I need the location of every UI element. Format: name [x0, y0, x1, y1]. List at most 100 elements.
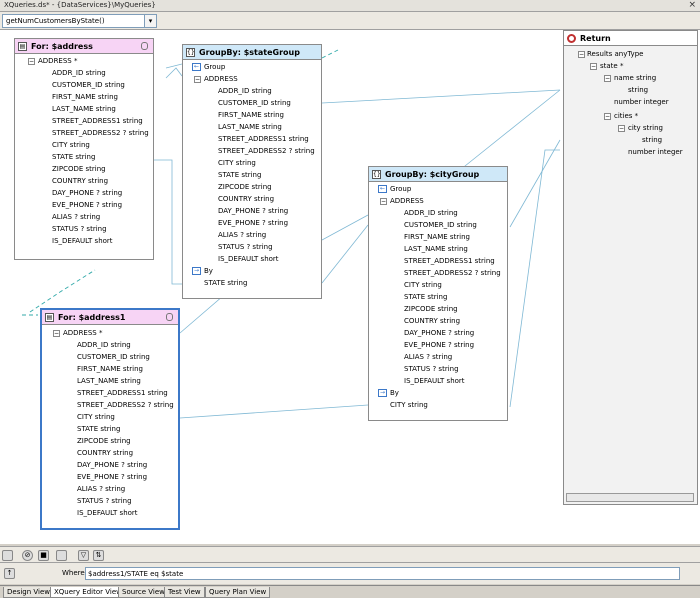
- field-item: STATE string: [404, 293, 448, 301]
- function-select[interactable]: getNumCustomersByState() ▾: [2, 14, 157, 28]
- tab-design-view[interactable]: Design View: [3, 587, 55, 598]
- field-item: ALIAS ? string: [52, 213, 101, 221]
- tab-xquery-editor-view[interactable]: XQuery Editor View: [50, 587, 126, 598]
- field-item: CUSTOMER_ID string: [218, 99, 291, 107]
- field-item: COUNTRY string: [218, 195, 275, 203]
- return-tree-item: cities *: [614, 112, 639, 120]
- field-item: ALIAS ? string: [404, 353, 453, 361]
- collapse-icon[interactable]: −: [53, 330, 60, 337]
- tab-test-view[interactable]: Test View: [164, 587, 205, 598]
- collapse-icon[interactable]: −: [618, 125, 625, 132]
- for-address1-title: For: $address1: [58, 313, 126, 322]
- field-item: DAY_PHONE ? string: [218, 207, 289, 215]
- field-item: STREET_ADDRESS1 string: [52, 117, 143, 125]
- return-tree-item: number integer: [614, 98, 669, 106]
- pin-icon[interactable]: [141, 42, 148, 50]
- collapse-icon[interactable]: −: [590, 63, 597, 70]
- for-address-root: ADDRESS *: [38, 57, 78, 65]
- field-item: ZIPCODE string: [218, 183, 272, 191]
- collapse-icon[interactable]: −: [194, 76, 201, 83]
- field-item: ADDR_ID string: [52, 69, 106, 77]
- filter-icon[interactable]: ▽: [78, 550, 89, 561]
- table-icon: ▤: [18, 42, 27, 51]
- for-address-title: For: $address: [31, 42, 93, 51]
- field-item: STATE string: [218, 171, 262, 179]
- field-item: IS_DEFAULT short: [52, 237, 113, 245]
- sort-icon[interactable]: ⇅: [93, 550, 104, 561]
- close-icon[interactable]: ×: [688, 0, 696, 10]
- field-item: CUSTOMER_ID string: [77, 353, 150, 361]
- field-item: STATE string: [52, 153, 96, 161]
- where-clause-bar: ↑ Where $address1/STATE eq $state: [0, 562, 700, 584]
- field-item: LAST_NAME string: [77, 377, 141, 385]
- field-item: ADDR_ID string: [404, 209, 458, 217]
- field-item: STREET_ADDRESS1 string: [218, 135, 309, 143]
- for-address1-root: ADDRESS *: [63, 329, 103, 337]
- group-city-root: ADDRESS: [390, 197, 424, 205]
- by-field: CITY string: [390, 401, 428, 409]
- return-tree-item: city string: [628, 124, 663, 132]
- collapse-icon[interactable]: −: [604, 75, 611, 82]
- collapse-icon[interactable]: −: [604, 113, 611, 120]
- by-icon: →: [378, 389, 387, 397]
- pin-icon[interactable]: [166, 313, 173, 321]
- collapse-icon[interactable]: −: [28, 58, 35, 65]
- collapse-icon[interactable]: −: [380, 198, 387, 205]
- field-item: COUNTRY string: [404, 317, 461, 325]
- field-item: STREET_ADDRESS2 ? string: [218, 147, 315, 155]
- collapse-icon[interactable]: −: [578, 51, 585, 58]
- by-field: STATE string: [204, 279, 248, 287]
- group-icon: ←: [378, 185, 387, 193]
- group-label: Group: [390, 185, 412, 193]
- group-icon: ←: [192, 63, 201, 71]
- field-item: CITY string: [404, 281, 442, 289]
- for-address-header: ▤ For: $address: [15, 39, 153, 54]
- return-tree-item: Results anyType: [587, 50, 644, 58]
- return-tree-item: string: [628, 86, 649, 94]
- field-item: COUNTRY string: [52, 177, 109, 185]
- return-panel[interactable]: Return − Results anyType − state * − nam…: [563, 30, 698, 505]
- field-item: ADDR_ID string: [77, 341, 131, 349]
- field-item: FIRST_NAME string: [52, 93, 118, 101]
- for-address1-header: ▤ For: $address1: [42, 310, 178, 325]
- for-address-node[interactable]: ▤ For: $address − ADDRESS * ADDR_ID stri…: [14, 38, 154, 260]
- field-item: DAY_PHONE ? string: [52, 189, 123, 197]
- cancel-icon[interactable]: ⊘: [22, 550, 33, 561]
- group-icon: {}: [372, 170, 381, 179]
- by-label: By: [204, 267, 213, 275]
- field-item: LAST_NAME string: [52, 105, 116, 113]
- by-icon: →: [192, 267, 201, 275]
- field-item: DAY_PHONE ? string: [77, 461, 148, 469]
- field-item: CITY string: [77, 413, 115, 421]
- function-select-value: getNumCustomersByState(): [6, 17, 105, 25]
- function-toolbar: getNumCustomersByState() ▾: [0, 12, 700, 30]
- group-city-node[interactable]: {} GroupBy: $cityGroup ← Group − ADDRESS…: [368, 166, 508, 421]
- options-icon[interactable]: [56, 550, 67, 561]
- for-address1-node[interactable]: ▤ For: $address1 − ADDRESS * ADDR_ID str…: [40, 308, 180, 530]
- field-item: ZIPCODE string: [52, 165, 106, 173]
- chevron-down-icon[interactable]: ▾: [144, 15, 156, 27]
- up-arrow-icon[interactable]: ↑: [4, 568, 15, 579]
- field-item: IS_DEFAULT short: [218, 255, 279, 263]
- group-state-node[interactable]: {} GroupBy: $stateGroup ← Group − ADDRES…: [182, 44, 322, 299]
- where-input[interactable]: $address1/STATE eq $state: [85, 567, 680, 580]
- group-state-root: ADDRESS: [204, 75, 238, 83]
- field-item: STATUS ? string: [77, 497, 132, 505]
- field-item: STREET_ADDRESS2 ? string: [52, 129, 149, 137]
- group-city-title: GroupBy: $cityGroup: [385, 170, 480, 179]
- field-item: STREET_ADDRESS2 ? string: [404, 269, 501, 277]
- field-item: EVE_PHONE ? string: [77, 473, 148, 481]
- tab-source-view[interactable]: Source View: [118, 587, 169, 598]
- field-item: STATUS ? string: [218, 243, 273, 251]
- field-item: LAST_NAME string: [218, 123, 282, 131]
- group-icon: {}: [186, 48, 195, 57]
- tab-query-plan-view[interactable]: Query Plan View: [205, 587, 271, 598]
- return-icon: [567, 34, 576, 43]
- stop-icon[interactable]: ■: [38, 550, 49, 561]
- blank-icon[interactable]: [2, 550, 13, 561]
- field-item: CITY string: [218, 159, 256, 167]
- return-horizontal-scrollbar[interactable]: [566, 493, 694, 502]
- field-item: STREET_ADDRESS1 string: [404, 257, 495, 265]
- field-item: EVE_PHONE ? string: [52, 201, 123, 209]
- field-item: EVE_PHONE ? string: [218, 219, 289, 227]
